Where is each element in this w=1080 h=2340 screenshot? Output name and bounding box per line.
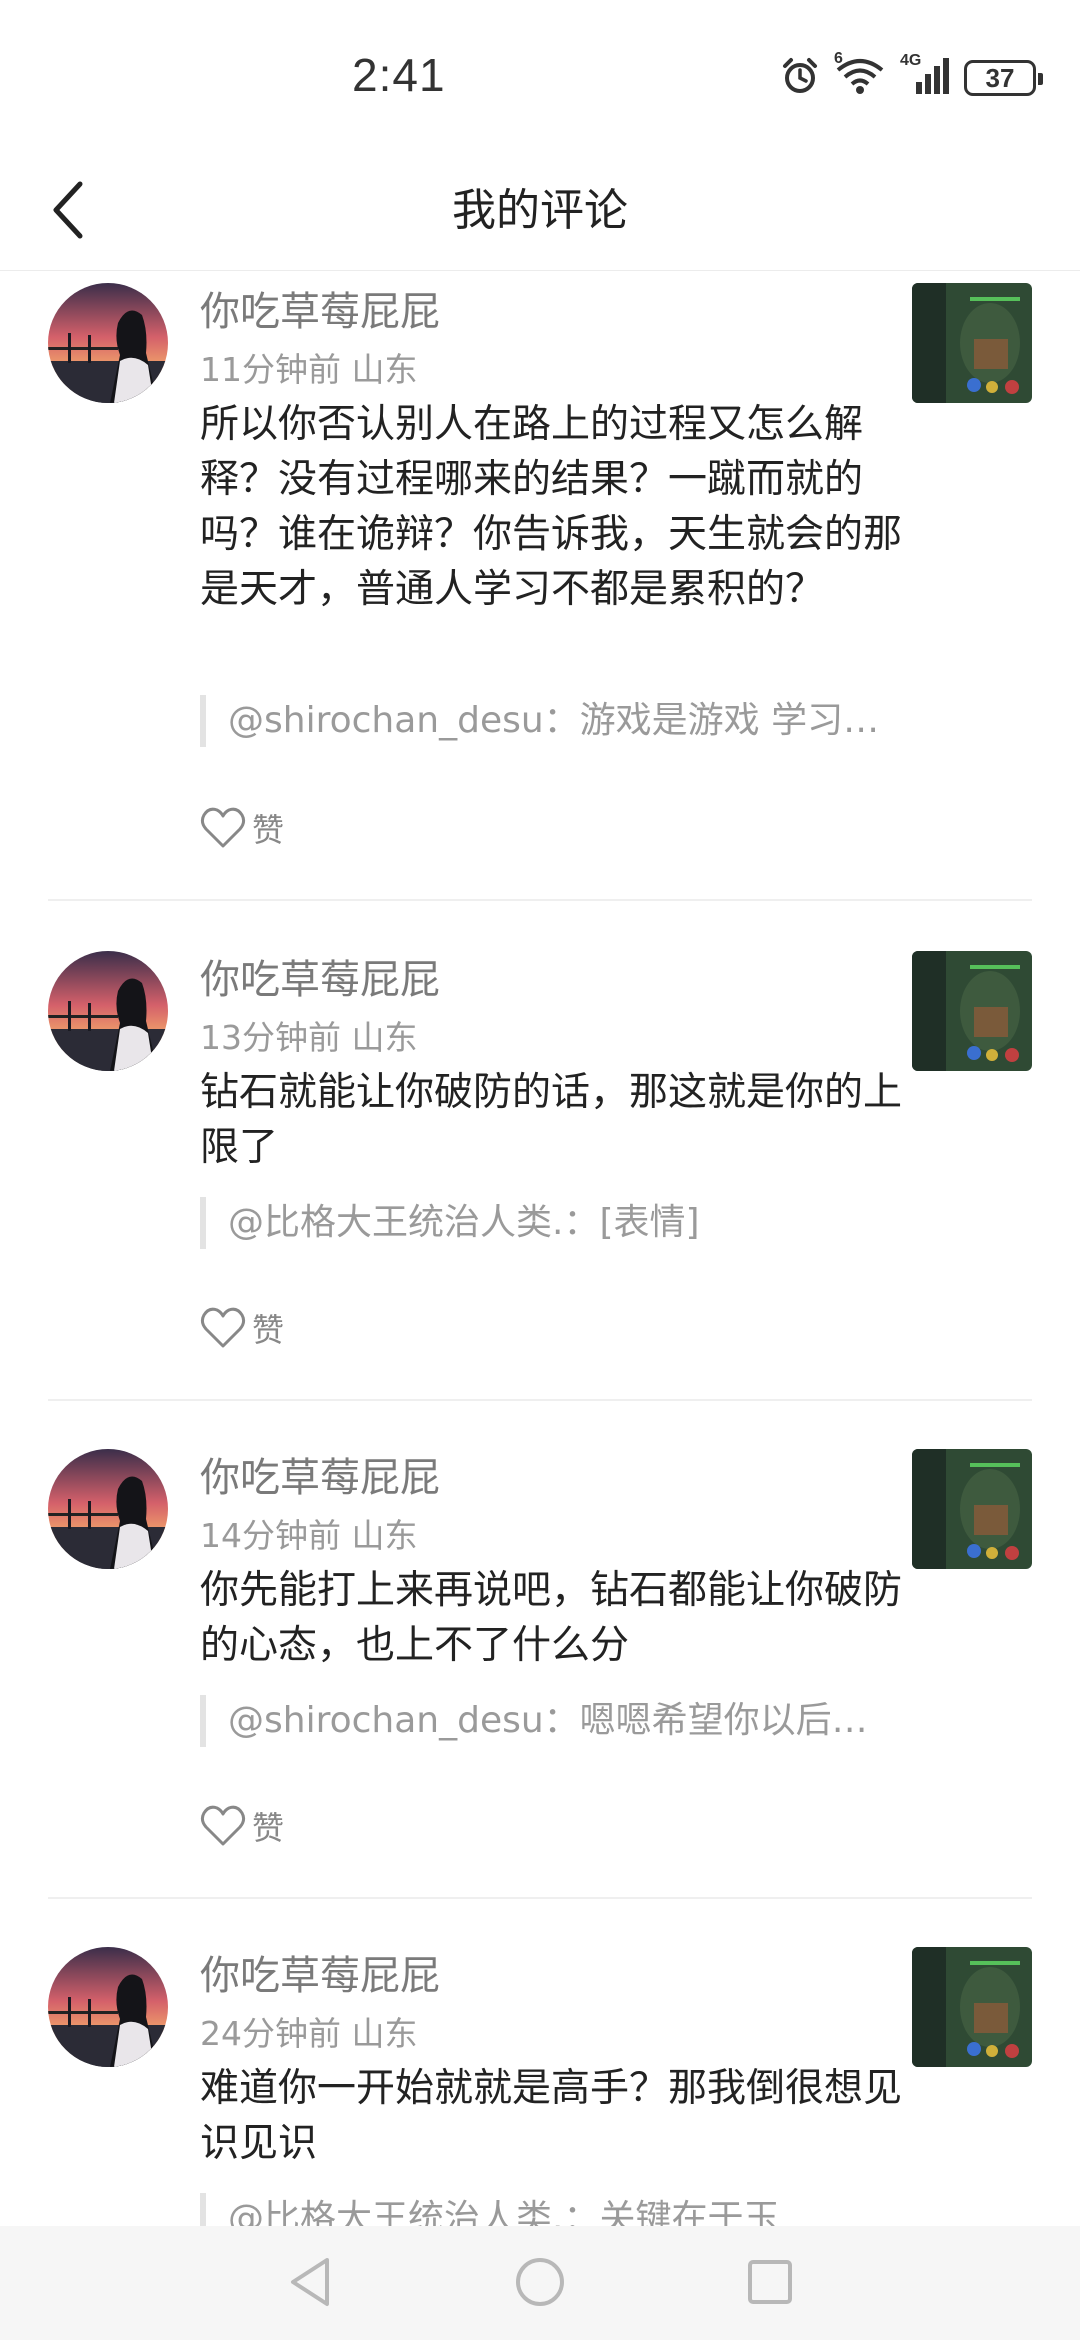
- circle-home-icon: [516, 2258, 564, 2306]
- comment-time: 14分钟前: [200, 1516, 341, 1555]
- comment-meta: 13分钟前 山东: [200, 1011, 418, 1059]
- comment-item: 你吃草莓屁屁 14分钟前 山东 你先能打上来再说吧，钻石都能让你破防的心态，也上…: [48, 1401, 1032, 1899]
- comment-text[interactable]: 你先能打上来再说吧，钻石都能让你破防的心态，也上不了什么分: [200, 1563, 920, 1673]
- post-thumbnail[interactable]: [912, 283, 1032, 403]
- square-recents-icon: [748, 2260, 792, 2304]
- wifi-label: 6: [834, 50, 843, 67]
- status-bar: 2:41 6 4G 37: [0, 0, 1080, 150]
- comment-text[interactable]: 所以你否认别人在路上的过程又怎么解释？没有过程哪来的结果？一蹴而就的吗？谁在诡辩…: [200, 397, 920, 617]
- like-label: 赞: [252, 1311, 285, 1349]
- like-button[interactable]: 赞: [200, 1803, 284, 1849]
- username[interactable]: 你吃草莓屁屁: [200, 1943, 440, 2001]
- nav-back-button[interactable]: [280, 2252, 340, 2312]
- battery-level: 37: [985, 62, 1015, 93]
- status-icons: 6 4G 37: [780, 50, 1043, 100]
- comment-text[interactable]: 难道你一开始就就是高手？那我倒很想见识见识: [200, 2061, 920, 2171]
- avatar[interactable]: [48, 1449, 168, 1569]
- quoted-reply[interactable]: @shirochan_desu：游戏是游戏 学习…: [200, 695, 908, 747]
- nav-home-button[interactable]: [510, 2252, 570, 2312]
- comment-list[interactable]: 你吃草莓屁屁 11分钟前 山东 所以你否认别人在路上的过程又怎么解释？没有过程哪…: [0, 271, 1080, 2226]
- username[interactable]: 你吃草莓屁屁: [200, 1445, 440, 1503]
- avatar[interactable]: [48, 951, 168, 1071]
- quoted-reply[interactable]: @shirochan_desu：嗯嗯希望你以后…: [200, 1695, 908, 1747]
- alarm-icon: [780, 56, 820, 100]
- comment-time: 11分钟前: [200, 350, 341, 389]
- signal-icon: 4G: [900, 52, 950, 100]
- comment-item: 你吃草莓屁屁 24分钟前 山东 难道你一开始就就是高手？那我倒很想见识见识 @比…: [48, 1899, 1032, 2226]
- system-nav-bar: [0, 2226, 1080, 2340]
- heart-icon: [200, 1805, 246, 1846]
- network-label: 4G: [900, 52, 922, 69]
- quoted-reply[interactable]: @比格大王统治人类.：[表情]: [200, 1197, 908, 1249]
- post-thumbnail[interactable]: [912, 1947, 1032, 2067]
- heart-icon: [200, 807, 246, 848]
- like-button[interactable]: 赞: [200, 805, 284, 851]
- comment-time: 13分钟前: [200, 1018, 341, 1057]
- avatar[interactable]: [48, 283, 168, 403]
- comment-item: 你吃草莓屁屁 11分钟前 山东 所以你否认别人在路上的过程又怎么解释？没有过程哪…: [48, 271, 1032, 901]
- triangle-back-icon: [291, 2258, 329, 2306]
- comment-text[interactable]: 钻石就能让你破防的话，那这就是你的上限了: [200, 1065, 920, 1175]
- heart-icon: [200, 1307, 246, 1348]
- quoted-reply[interactable]: @比格大王统治人类.：关键在于玉: [200, 2193, 908, 2226]
- post-thumbnail[interactable]: [912, 951, 1032, 1071]
- status-time: 2:41: [352, 49, 446, 101]
- like-button[interactable]: 赞: [200, 1305, 284, 1351]
- post-thumbnail[interactable]: [912, 1449, 1032, 1569]
- comment-meta: 11分钟前 山东: [200, 343, 418, 391]
- header: 我的评论: [0, 150, 1080, 271]
- comment-meta: 14分钟前 山东: [200, 1509, 418, 1557]
- nav-recents-button[interactable]: [740, 2252, 800, 2312]
- like-label: 赞: [252, 1809, 285, 1847]
- wifi-icon: 6: [834, 50, 886, 100]
- like-label: 赞: [252, 811, 285, 849]
- comment-item: 你吃草莓屁屁 13分钟前 山东 钻石就能让你破防的话，那这就是你的上限了 @比格…: [48, 901, 1032, 1401]
- avatar[interactable]: [48, 1947, 168, 2067]
- page-title: 我的评论: [452, 185, 628, 236]
- username[interactable]: 你吃草莓屁屁: [200, 947, 440, 1005]
- comment-meta: 24分钟前 山东: [200, 2007, 418, 2055]
- comment-location: 山东: [351, 1516, 418, 1555]
- comment-location: 山东: [351, 350, 418, 389]
- comment-time: 24分钟前: [200, 2014, 341, 2053]
- battery-icon: 37: [964, 60, 1043, 96]
- comment-location: 山东: [351, 1018, 418, 1057]
- username[interactable]: 你吃草莓屁屁: [200, 279, 440, 337]
- comment-location: 山东: [351, 2014, 418, 2053]
